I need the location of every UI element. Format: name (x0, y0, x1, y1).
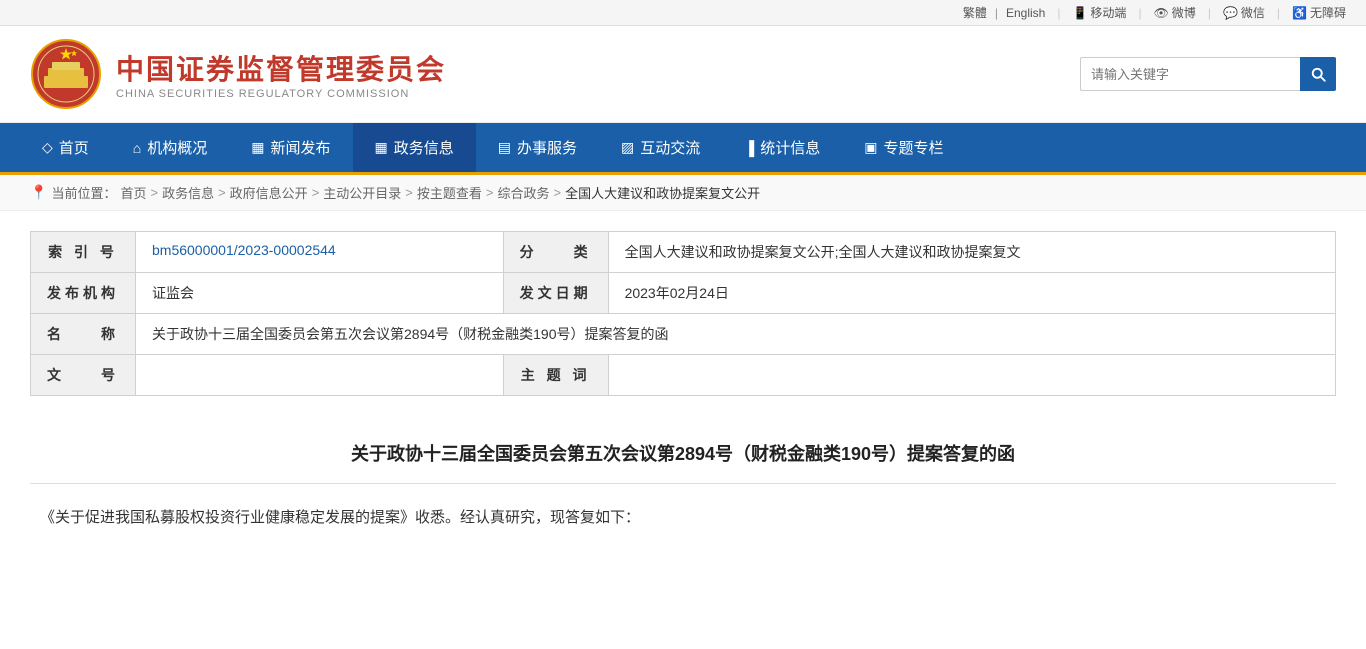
service-icon: ▤ (498, 139, 511, 156)
politics-icon: ▦ (375, 139, 388, 156)
breadcrumb-govinfo[interactable]: 政府信息公开 (230, 183, 308, 202)
logo-area: 中国证券监督管理委员会 CHINA SECURITIES REGULATORY … (30, 38, 1080, 110)
breadcrumb-active-dir[interactable]: 主动公开目录 (323, 183, 401, 202)
bc-sep5: > (486, 185, 494, 200)
top-utility-bar: 繁體 | English | 📱 移动端 | 👁 微博 | 💬 微信 | ♿ 无… (0, 0, 1366, 26)
breadcrumb-politics[interactable]: 政务信息 (162, 183, 214, 202)
nav-news[interactable]: ▦ 新闻发布 (229, 123, 352, 172)
mobile-icon: 📱 (1072, 6, 1087, 20)
subject-value (608, 355, 1335, 396)
stats-icon: ▐ (744, 140, 754, 156)
weibo-icon: 👁 (1154, 6, 1169, 20)
nav-service[interactable]: ▤ 办事服务 (476, 123, 599, 172)
csrc-logo (30, 38, 102, 110)
bc-sep2: > (218, 185, 226, 200)
publisher-label: 发布机构 (31, 273, 136, 314)
nav-home[interactable]: ◇ 首页 (20, 123, 111, 172)
traditional-chinese-link[interactable]: 繁體 (963, 4, 987, 21)
lang-separator: | (995, 6, 998, 20)
topics-icon: ▣ (864, 139, 877, 156)
document-info-table: 索 引 号 bm56000001/2023-00002544 分 类 全国人大建… (30, 231, 1336, 396)
location-icon: 📍 (30, 184, 47, 201)
nav-interaction-label: 互动交流 (640, 137, 700, 158)
nav-about-label: 机构概况 (147, 137, 207, 158)
doc-name-label: 名 称 (31, 314, 136, 355)
sep3: | (1208, 6, 1211, 20)
index-label: 索 引 号 (31, 232, 136, 273)
nav-interaction[interactable]: ▨ 互动交流 (599, 123, 722, 172)
nav-news-label: 新闻发布 (271, 137, 331, 158)
breadcrumb-home[interactable]: 首页 (120, 183, 146, 202)
nav-politics-label: 政务信息 (394, 137, 454, 158)
interaction-icon: ▨ (621, 139, 634, 156)
sep4: | (1277, 6, 1280, 20)
category-label: 分 类 (503, 232, 608, 273)
bc-sep4: > (405, 185, 413, 200)
doc-name-value: 关于政协十三届全国委员会第五次会议第2894号（财税金融类190号）提案答复的函 (136, 314, 1336, 355)
doc-name-row: 名 称 关于政协十三届全国委员会第五次会议第2894号（财税金融类190号）提案… (31, 314, 1336, 355)
bc-sep6: > (554, 185, 562, 200)
nav-about[interactable]: ⌂ 机构概况 (111, 123, 229, 172)
org-name-en: CHINA SECURITIES REGULATORY COMMISSION (116, 88, 446, 100)
wechat-icon: 💬 (1223, 6, 1238, 20)
sep2: | (1138, 6, 1141, 20)
sep1: | (1057, 6, 1060, 20)
article-divider (30, 483, 1336, 484)
accessible-link[interactable]: ♿ 无障碍 (1292, 4, 1346, 21)
nav-topics-label: 专题专栏 (883, 137, 943, 158)
news-icon: ▦ (251, 139, 264, 156)
publisher-row: 发布机构 证监会 发文日期 2023年02月24日 (31, 273, 1336, 314)
article-body: 《关于促进我国私募股权投资行业健康稳定发展的提案》收悉。经认真研究，现答复如下： (30, 504, 1336, 533)
search-input[interactable] (1080, 57, 1300, 91)
date-label: 发文日期 (503, 273, 608, 314)
index-row: 索 引 号 bm56000001/2023-00002544 分 类 全国人大建… (31, 232, 1336, 273)
doc-num-row: 文 号 主 题 词 (31, 355, 1336, 396)
nav-service-label: 办事服务 (517, 137, 577, 158)
doc-num-value (136, 355, 504, 396)
main-navigation: ◇ 首页 ⌂ 机构概况 ▦ 新闻发布 ▦ 政务信息 ▤ 办事服务 ▨ 互动交流 … (0, 123, 1366, 175)
wechat-link[interactable]: 💬 微信 (1223, 4, 1265, 21)
accessible-icon: ♿ (1292, 6, 1307, 20)
bc-sep1: > (150, 185, 158, 200)
nav-stats[interactable]: ▐ 统计信息 (722, 123, 842, 172)
article-title: 关于政协十三届全国委员会第五次会议第2894号（财税金融类190号）提案答复的函 (30, 420, 1336, 483)
breadcrumb-general[interactable]: 综合政务 (498, 183, 550, 202)
nav-stats-label: 统计信息 (760, 137, 820, 158)
index-value: bm56000001/2023-00002544 (136, 232, 504, 273)
breadcrumb-current: 全国人大建议和政协提案复文公开 (565, 183, 760, 202)
breadcrumb-prefix: 当前位置： (51, 183, 116, 202)
nav-topics[interactable]: ▣ 专题专栏 (842, 123, 965, 172)
home-icon: ◇ (42, 139, 53, 156)
search-icon (1309, 65, 1327, 83)
doc-num-label: 文 号 (31, 355, 136, 396)
mobile-link[interactable]: 📱 移动端 (1072, 4, 1126, 21)
nav-politics[interactable]: ▦ 政务信息 (353, 123, 476, 175)
breadcrumb-by-topic[interactable]: 按主题查看 (417, 183, 482, 202)
about-icon: ⌂ (133, 140, 141, 156)
date-value: 2023年02月24日 (608, 273, 1335, 314)
publisher-value: 证监会 (136, 273, 504, 314)
category-value: 全国人大建议和政协提案复文公开;全国人大建议和政协提案复文 (608, 232, 1335, 273)
logo-text: 中国证券监督管理委员会 CHINA SECURITIES REGULATORY … (116, 48, 446, 100)
weibo-link[interactable]: 👁 微博 (1154, 4, 1196, 21)
search-area (1080, 57, 1336, 91)
main-content: 索 引 号 bm56000001/2023-00002544 分 类 全国人大建… (0, 211, 1366, 552)
english-link[interactable]: English (1006, 6, 1045, 20)
org-name-cn: 中国证券监督管理委员会 (116, 48, 446, 88)
site-header: 中国证券监督管理委员会 CHINA SECURITIES REGULATORY … (0, 26, 1366, 123)
bc-sep3: > (312, 185, 320, 200)
subject-label: 主 题 词 (503, 355, 608, 396)
nav-home-label: 首页 (59, 137, 89, 158)
search-button[interactable] (1300, 57, 1336, 91)
breadcrumb: 📍 当前位置： 首页 > 政务信息 > 政府信息公开 > 主动公开目录 > 按主… (0, 175, 1366, 211)
